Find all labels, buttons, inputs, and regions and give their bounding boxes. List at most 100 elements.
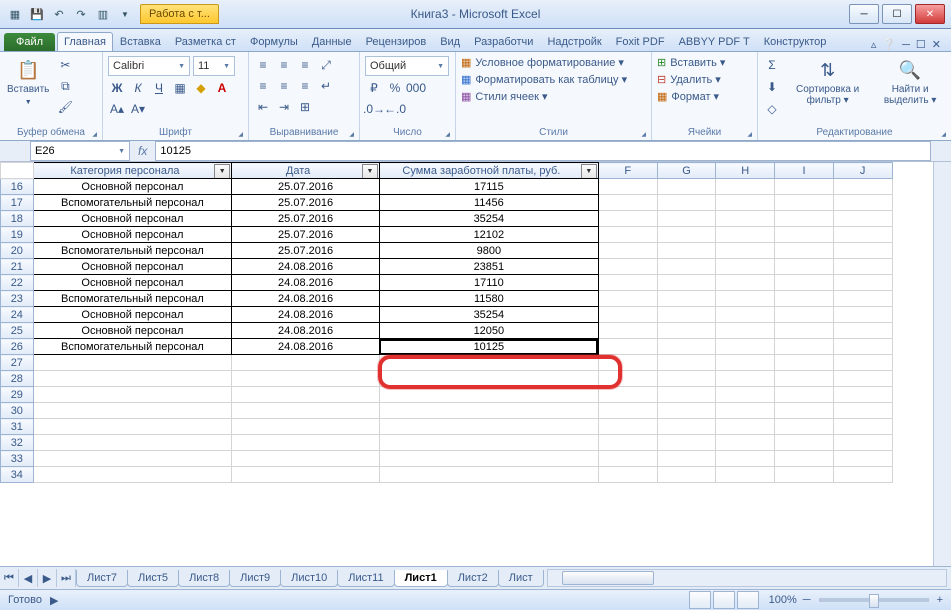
print-preview-icon[interactable]: ▥ — [94, 5, 112, 23]
zoom-slider[interactable] — [819, 598, 929, 602]
copy-icon[interactable]: ⧉ — [56, 77, 74, 95]
empty-cell[interactable] — [833, 259, 892, 275]
empty-cell[interactable] — [379, 419, 598, 435]
empty-cell[interactable] — [657, 179, 716, 195]
empty-cell[interactable] — [657, 419, 716, 435]
empty-cell[interactable] — [598, 195, 657, 211]
empty-cell[interactable] — [833, 451, 892, 467]
cell-date[interactable]: 25.07.2016 — [232, 195, 380, 211]
cell-category[interactable]: Вспомогательный персонал — [33, 195, 232, 211]
empty-cell[interactable] — [598, 355, 657, 371]
qat-dropdown-icon[interactable]: ▼ — [116, 5, 134, 23]
cell-category[interactable]: Основной персонал — [33, 307, 232, 323]
insert-cells-button[interactable]: ⊞Вставить ▾ — [657, 56, 725, 69]
empty-cell[interactable] — [657, 259, 716, 275]
cell-sum[interactable]: 12102 — [379, 227, 598, 243]
sheet-tab-Лист11[interactable]: Лист11 — [337, 570, 394, 587]
sheet-tab-Лист9[interactable]: Лист9 — [229, 570, 281, 587]
format-painter-icon[interactable]: 🖌 — [56, 98, 74, 116]
empty-cell[interactable] — [775, 371, 834, 387]
cell-category[interactable]: Основной персонал — [33, 179, 232, 195]
empty-cell[interactable] — [598, 371, 657, 387]
empty-cell[interactable] — [33, 355, 232, 371]
cell-date[interactable]: 25.07.2016 — [232, 179, 380, 195]
empty-cell[interactable] — [657, 291, 716, 307]
child-restore-icon[interactable]: ☐ — [916, 38, 926, 51]
undo-icon[interactable]: ↶ — [50, 5, 68, 23]
empty-cell[interactable] — [716, 291, 775, 307]
cell-sum[interactable]: 11456 — [379, 195, 598, 211]
horizontal-scrollbar[interactable] — [547, 569, 947, 587]
cell-sum[interactable]: 35254 — [379, 307, 598, 323]
row-header-33[interactable]: 33 — [1, 451, 34, 467]
sheet-nav-next-icon[interactable]: ▶ — [38, 569, 57, 587]
empty-cell[interactable] — [833, 291, 892, 307]
tab-разметка ст[interactable]: Разметка ст — [168, 32, 243, 51]
row-header-25[interactable]: 25 — [1, 323, 34, 339]
empty-cell[interactable] — [716, 403, 775, 419]
empty-cell[interactable] — [775, 275, 834, 291]
empty-cell[interactable] — [716, 435, 775, 451]
cell-date[interactable]: 24.08.2016 — [232, 291, 380, 307]
empty-cell[interactable] — [232, 403, 380, 419]
empty-cell[interactable] — [33, 371, 232, 387]
cell-category[interactable]: Основной персонал — [33, 259, 232, 275]
empty-cell[interactable] — [657, 323, 716, 339]
cell-sum[interactable]: 9800 — [379, 243, 598, 259]
fx-icon[interactable]: fx — [130, 144, 155, 158]
orientation-icon[interactable]: ⤢ — [317, 56, 335, 74]
cell-date[interactable]: 24.08.2016 — [232, 339, 380, 355]
empty-cell[interactable] — [598, 227, 657, 243]
empty-cell[interactable] — [716, 195, 775, 211]
sheet-tab-Лист7[interactable]: Лист7 — [76, 570, 128, 587]
empty-cell[interactable] — [657, 467, 716, 483]
cell-category[interactable]: Основной персонал — [33, 211, 232, 227]
empty-cell[interactable] — [598, 435, 657, 451]
currency-icon[interactable]: ₽ — [365, 79, 383, 97]
paste-button[interactable]: 📋 Вставить ▼ — [5, 56, 51, 110]
sort-filter-button[interactable]: ⇅ Сортировка и фильтр ▾ — [786, 56, 869, 108]
empty-cell[interactable] — [775, 227, 834, 243]
filter-button[interactable]: ▼ — [362, 164, 378, 179]
row-header-34[interactable]: 34 — [1, 467, 34, 483]
row-header-28[interactable]: 28 — [1, 371, 34, 387]
empty-cell[interactable] — [33, 403, 232, 419]
sheet-nav-last-icon[interactable]: ⏭ — [57, 569, 76, 587]
sheet-nav-prev-icon[interactable]: ◀ — [19, 569, 38, 587]
tab-вид[interactable]: Вид — [433, 32, 467, 51]
cell-sum[interactable]: 17110 — [379, 275, 598, 291]
tab-данные[interactable]: Данные — [305, 32, 359, 51]
empty-cell[interactable] — [833, 419, 892, 435]
decrease-indent-icon[interactable]: ⇤ — [254, 98, 272, 116]
save-icon[interactable]: 💾 — [28, 5, 46, 23]
row-header-22[interactable]: 22 — [1, 275, 34, 291]
empty-cell[interactable] — [775, 451, 834, 467]
empty-cell[interactable] — [833, 307, 892, 323]
close-button[interactable]: ✕ — [915, 4, 945, 24]
empty-cell[interactable] — [379, 451, 598, 467]
empty-cell[interactable] — [598, 307, 657, 323]
empty-cell[interactable] — [598, 467, 657, 483]
underline-button[interactable]: Ч — [150, 79, 168, 97]
empty-cell[interactable] — [598, 275, 657, 291]
empty-cell[interactable] — [716, 259, 775, 275]
select-all-corner[interactable] — [1, 163, 34, 179]
col-header-J[interactable]: J — [833, 163, 892, 179]
row-header-18[interactable]: 18 — [1, 211, 34, 227]
empty-cell[interactable] — [657, 243, 716, 259]
row-header-30[interactable]: 30 — [1, 403, 34, 419]
cell-category[interactable]: Вспомогательный персонал — [33, 243, 232, 259]
tab-abbyy pdf t[interactable]: ABBYY PDF T — [672, 32, 757, 51]
empty-cell[interactable] — [598, 339, 657, 355]
empty-cell[interactable] — [232, 435, 380, 451]
zoom-in-button[interactable]: + — [937, 594, 943, 606]
page-break-view-button[interactable] — [737, 591, 759, 609]
empty-cell[interactable] — [716, 227, 775, 243]
page-layout-view-button[interactable] — [713, 591, 735, 609]
empty-cell[interactable] — [598, 211, 657, 227]
inc-decimal-icon[interactable]: .0→ — [365, 100, 383, 118]
empty-cell[interactable] — [657, 195, 716, 211]
empty-cell[interactable] — [775, 403, 834, 419]
table-tools-tab[interactable]: Работа с т... — [140, 4, 219, 24]
cut-icon[interactable]: ✂ — [56, 56, 74, 74]
